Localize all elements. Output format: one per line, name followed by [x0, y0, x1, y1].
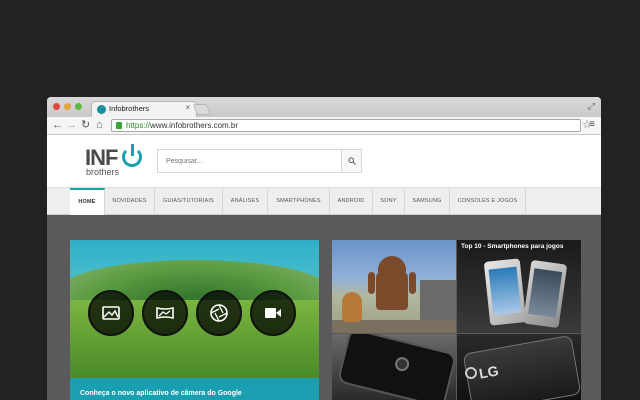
featured-main-article[interactable]: Conheça o novo aplicativo de câmera do G… — [70, 240, 319, 400]
url-host: www.infobrothers.com.br — [150, 121, 239, 130]
nav-item-samsung[interactable]: SAMSUNG — [405, 188, 450, 215]
nav-item-novidades[interactable]: NOVIDADES — [105, 188, 155, 215]
phone-camera — [393, 355, 411, 373]
new-tab-button[interactable] — [192, 104, 212, 115]
web-page: INF brothers HOME NOVIDADES GUIAS/TUTORI… — [47, 135, 601, 400]
aperture-icon — [196, 290, 242, 336]
site-logo[interactable]: INF brothers — [85, 144, 155, 181]
lg-logo-text: LG — [477, 362, 500, 382]
search-button[interactable] — [341, 150, 361, 172]
building-image — [420, 280, 456, 320]
minimize-window-button[interactable] — [64, 103, 71, 110]
search-icon — [348, 157, 356, 165]
site-header: INF brothers — [47, 135, 601, 187]
reload-icon[interactable]: ↻ — [81, 119, 90, 132]
tab-infobrothers[interactable]: Infobrothers × — [91, 101, 197, 117]
android-kitkat-article[interactable] — [332, 240, 456, 333]
menu-icon[interactable]: ≡ — [589, 119, 595, 130]
power-icon-line — [131, 144, 134, 156]
back-arrow-icon[interactable]: ← — [52, 119, 63, 132]
lock-icon — [116, 122, 122, 129]
samsung-galaxy-article[interactable] — [332, 334, 456, 400]
smartphone-image-right — [522, 259, 568, 329]
photo-sphere-icon — [88, 290, 134, 336]
main-navigation: HOME NOVIDADES GUIAS/TUTORIAIS ANÁLISES … — [47, 187, 601, 215]
smartphone-screen-left — [488, 266, 522, 316]
nav-item-android[interactable]: ANDROID — [330, 188, 373, 215]
smartphone-image-left — [483, 258, 527, 326]
android-robot-arm-right — [409, 272, 416, 294]
browser-window: Infobrothers × ⤢ ← → ↻ ⌂ https://www.inf… — [47, 97, 601, 400]
galaxy-phone-image — [336, 334, 456, 400]
url-scheme: https:// — [126, 121, 151, 130]
android-robot-body — [376, 270, 408, 310]
home-icon[interactable]: ⌂ — [96, 119, 103, 132]
featured-content: Conheça o novo aplicativo de câmera do G… — [47, 215, 601, 400]
browser-toolbar: ← → ↻ ⌂ https://www.infobrothers.com.br … — [47, 117, 601, 135]
smartphone-screen-right — [528, 268, 563, 318]
video-camera-icon — [250, 290, 296, 336]
url-text: https://www.infobrothers.com.br — [126, 121, 238, 130]
panorama-icon — [142, 290, 188, 336]
close-window-button[interactable] — [53, 103, 60, 110]
android-robot-arm-left — [368, 272, 375, 294]
nav-item-sony[interactable]: SONY — [373, 188, 405, 215]
gingerbread-statue — [342, 292, 362, 322]
nav-item-analises[interactable]: ANÁLISES — [223, 188, 268, 215]
nav-item-guias-tutoriais[interactable]: GUIAS/TUTORIAIS — [155, 188, 223, 215]
favicon-icon — [97, 105, 106, 114]
nav-item-smartphones[interactable]: SMARTPHONES — [268, 188, 330, 215]
lg-phone-article[interactable]: LG — [457, 334, 581, 400]
fullscreen-icon[interactable]: ⤢ — [588, 101, 595, 112]
nav-item-consoles-e-jogos[interactable]: CONSOLES E JOGOS — [450, 188, 526, 215]
main-article-caption[interactable]: Conheça o novo aplicativo de câmera do G… — [80, 390, 242, 397]
search-input[interactable] — [158, 150, 342, 172]
search-box — [157, 149, 362, 173]
tab-bar: Infobrothers × ⤢ — [47, 97, 601, 117]
caption-bar: Conheça o novo aplicativo de câmera do G… — [70, 378, 319, 400]
nav-item-home[interactable]: HOME — [70, 188, 105, 215]
maximize-window-button[interactable] — [75, 103, 82, 110]
tab-title: Infobrothers — [109, 104, 150, 113]
top10-title: Top 10 - Smartphones para jogos — [461, 243, 564, 250]
logo-subtext: brothers — [86, 167, 120, 177]
address-bar[interactable]: https://www.infobrothers.com.br ☆ — [111, 119, 592, 132]
forward-arrow-icon[interactable]: → — [66, 119, 77, 132]
tab-close-icon[interactable]: × — [185, 103, 190, 112]
top10-smartphones-article[interactable]: Top 10 - Smartphones para jogos — [457, 240, 581, 333]
